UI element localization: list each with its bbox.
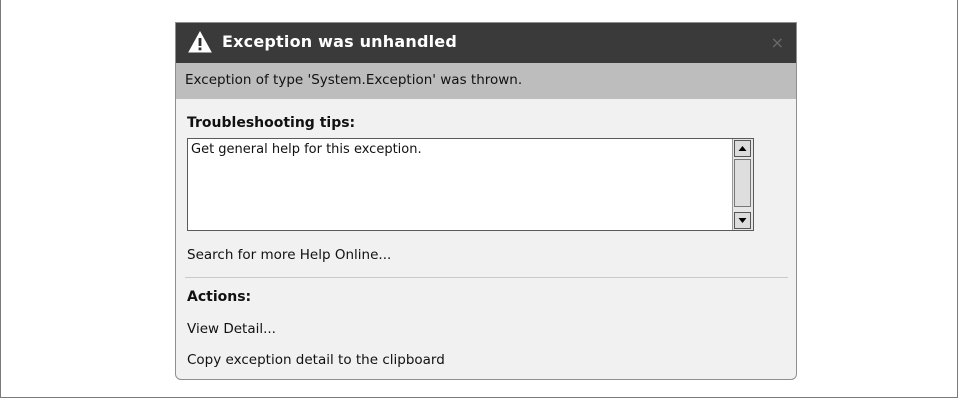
- scroll-up-button[interactable]: [734, 140, 751, 157]
- search-help-online-link[interactable]: Search for more Help Online...: [187, 247, 391, 263]
- exception-dialog: Exception was unhandled × Exception of t…: [175, 22, 797, 380]
- troubleshooting-tips-list[interactable]: Get general help for this exception.: [187, 138, 754, 231]
- tips-scrollbar[interactable]: [732, 139, 753, 230]
- arrow-down-icon: [738, 218, 747, 223]
- warning-icon: [188, 31, 212, 53]
- exception-message: Exception of type 'System.Exception' was…: [185, 72, 523, 88]
- divider: [185, 277, 788, 278]
- scroll-thumb[interactable]: [734, 159, 751, 207]
- troubleshooting-heading: Troubleshooting tips:: [187, 115, 356, 131]
- arrow-up-icon: [738, 146, 747, 151]
- actions-heading: Actions:: [187, 289, 252, 305]
- close-icon[interactable]: ×: [771, 33, 784, 52]
- troubleshooting-tip-link[interactable]: Get general help for this exception.: [191, 142, 422, 157]
- copy-exception-detail-link[interactable]: Copy exception detail to the clipboard: [187, 352, 445, 368]
- scroll-down-button[interactable]: [734, 212, 751, 229]
- dialog-title: Exception was unhandled: [222, 32, 457, 51]
- exception-message-band: Exception of type 'System.Exception' was…: [176, 63, 796, 99]
- title-bar: Exception was unhandled ×: [176, 23, 796, 63]
- view-detail-link[interactable]: View Detail...: [187, 321, 276, 337]
